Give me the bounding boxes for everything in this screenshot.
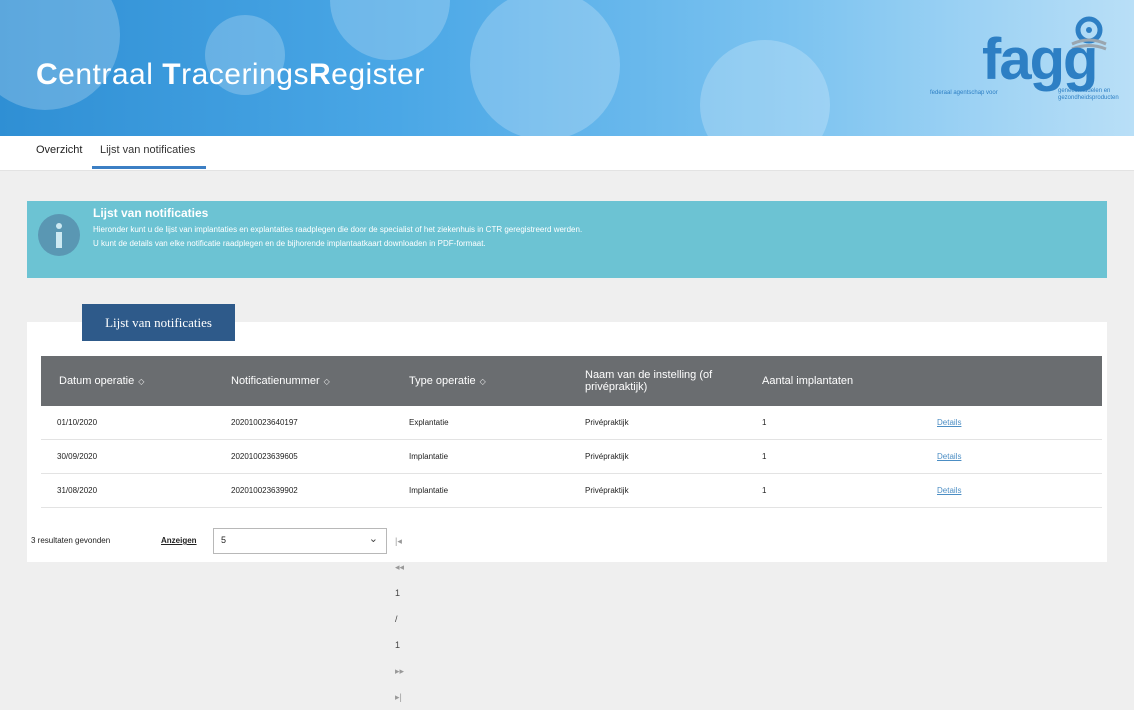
sort-icon[interactable]: ◇ <box>138 377 144 386</box>
table-row: 30/09/2020 202010023639605 Implantatie P… <box>41 440 1102 474</box>
cell-aantal: 1 <box>762 418 767 427</box>
fagg-logo: fagg federaal agentschap voor geneesmidd… <box>930 8 1119 128</box>
sort-icon[interactable]: ◇ <box>324 377 330 386</box>
tab-lijst-van-notificaties[interactable]: Lijst van notificaties <box>100 144 195 156</box>
cell-datum: 31/08/2020 <box>57 486 98 495</box>
cell-nummer: 202010023639605 <box>231 452 298 461</box>
page-size-value: 5 <box>221 535 227 545</box>
logo-word: fagg <box>982 27 1098 92</box>
prev-page-button[interactable]: ◂◂ <box>395 554 404 580</box>
next-page-button[interactable]: ▸▸ <box>395 658 404 684</box>
panel-tab-lijst[interactable]: Lijst van notificaties <box>82 304 235 341</box>
column-header-instelling: Naam van de instelling (of privépraktijk… <box>585 369 713 393</box>
sort-icon[interactable]: ◇ <box>480 377 486 386</box>
column-header-type[interactable]: Type operatie ◇ <box>409 356 486 406</box>
info-text-line1: Hieronder kunt u de lijst van implantati… <box>93 225 583 234</box>
cell-aantal: 1 <box>762 452 767 461</box>
chevron-down-icon: ⌄ <box>368 533 378 545</box>
info-icon <box>38 214 80 256</box>
cell-datum: 30/09/2020 <box>57 452 98 461</box>
table-row: 31/08/2020 202010023639902 Implantatie P… <box>41 474 1102 508</box>
cell-type: Explantatie <box>409 418 449 427</box>
cell-type: Implantatie <box>409 486 449 495</box>
tab-overzicht[interactable]: Overzicht <box>36 144 82 156</box>
logo-subtitle-right: geneesmiddelen en gezondheidsproducten <box>1058 88 1119 101</box>
cell-nummer: 202010023640197 <box>231 418 298 427</box>
logo-subtitle-left: federaal agentschap voor <box>930 90 998 96</box>
last-page-button[interactable]: ▸| <box>395 684 402 710</box>
column-header-aantal: Aantal implantaten <box>762 375 854 387</box>
cell-type: Implantatie <box>409 452 449 461</box>
app-title: Centraal TraceringsRegister <box>36 58 425 91</box>
cell-nummer: 202010023639902 <box>231 486 298 495</box>
decorative-bubble <box>700 40 830 136</box>
details-link[interactable]: Details <box>937 474 961 507</box>
active-tab-indicator <box>92 166 206 169</box>
cell-instelling: Privépraktijk <box>585 452 629 461</box>
info-box: Lijst van notificaties Hieronder kunt u … <box>27 201 1107 278</box>
decorative-bubble <box>330 0 450 60</box>
header-banner: Centraal TraceringsRegister fagg federaa… <box>0 0 1134 136</box>
cell-instelling: Privépraktijk <box>585 486 629 495</box>
details-link[interactable]: Details <box>937 440 961 473</box>
pagination: |◂ ◂◂ 1 / 1 ▸▸ ▸| <box>395 528 416 710</box>
cell-datum: 01/10/2020 <box>57 418 98 427</box>
nav-bar: Overzicht Lijst van notificaties <box>0 136 1134 171</box>
decorative-bubble <box>0 0 120 110</box>
cell-instelling: Privépraktijk <box>585 418 629 427</box>
table-row: 01/10/2020 202010023640197 Explantatie P… <box>41 406 1102 440</box>
table-header: Datum operatie ◇ Notificatienummer ◇ Type … <box>41 356 1102 406</box>
first-page-button[interactable]: |◂ <box>395 528 402 554</box>
decorative-bubble <box>470 0 620 136</box>
info-title: Lijst van notificaties <box>93 206 209 220</box>
page-indicator: 1 / 1 <box>395 588 401 650</box>
column-header-datum[interactable]: Datum operatie ◇ <box>59 356 144 406</box>
column-header-nummer[interactable]: Notificatienummer ◇ <box>231 356 330 406</box>
show-label[interactable]: Anzeigen <box>161 528 197 554</box>
info-text-line2: U kunt de details van elke notificatie r… <box>93 239 486 248</box>
page-size-select[interactable]: 5 ⌄ <box>213 528 387 554</box>
cell-aantal: 1 <box>762 486 767 495</box>
details-link[interactable]: Details <box>937 406 961 439</box>
results-count: 3 resultaten gevonden <box>31 536 111 545</box>
